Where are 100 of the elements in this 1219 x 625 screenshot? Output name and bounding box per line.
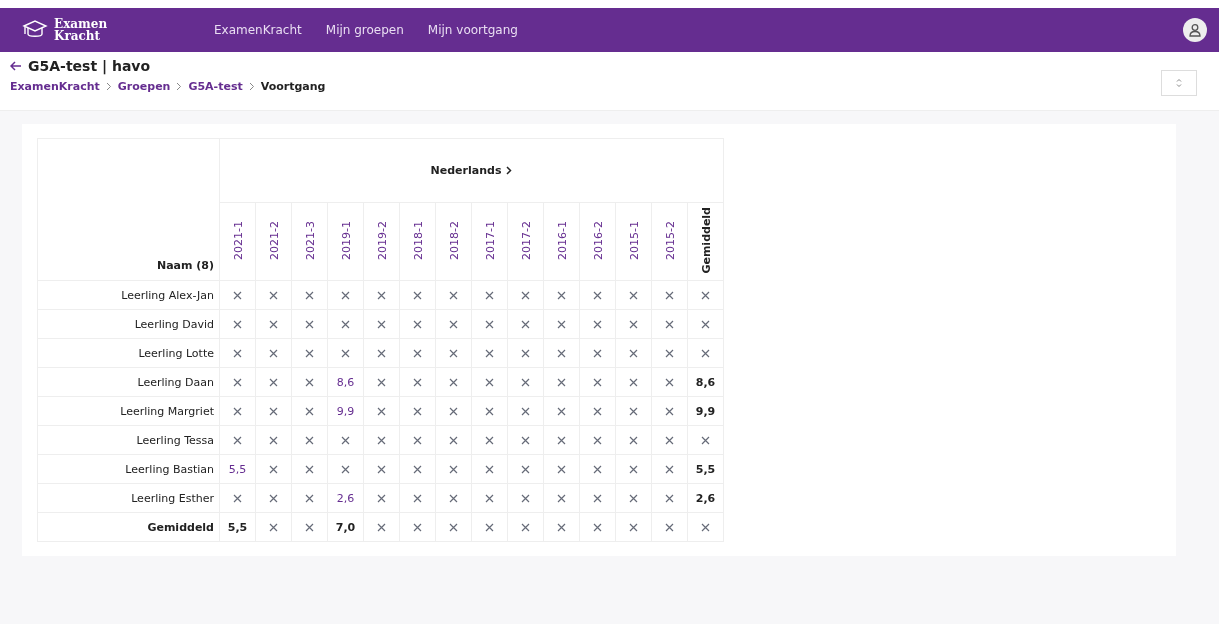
cross-icon [629,320,638,329]
cross-icon [557,320,566,329]
name-column-header: Naam (8) [156,259,214,272]
cross-icon [521,494,530,503]
exam-column-link[interactable]: 2018-2 [448,220,459,260]
cross-icon [485,407,494,416]
cross-icon [665,378,674,387]
exam-column-link[interactable]: 2021-1 [232,220,243,260]
breadcrumb-link[interactable]: Groepen [117,80,171,93]
exam-column-link[interactable]: 2015-1 [628,220,639,260]
exam-column-link[interactable]: 2021-2 [268,220,279,260]
score: 5,5 [695,462,716,476]
cross-icon [377,407,386,416]
subject-link[interactable]: Nederlands [430,164,513,177]
cross-icon [593,436,602,445]
student-name: Leerling Alex-Jan [37,280,220,310]
nav-link[interactable]: Mijn groepen [313,23,416,37]
exam-column-link[interactable]: 2019-1 [340,220,351,260]
cross-icon [521,291,530,300]
user-avatar-icon[interactable] [1183,18,1207,42]
cross-icon [305,291,314,300]
cross-icon [629,407,638,416]
cross-icon [449,291,458,300]
chevron-right-icon [105,82,112,91]
cross-icon [413,465,422,474]
cross-icon [377,349,386,358]
cross-icon [305,378,314,387]
score: 5,5 [227,520,248,534]
cross-icon [629,436,638,445]
cross-icon [305,320,314,329]
cross-icon [593,291,602,300]
cross-icon [485,349,494,358]
cross-icon [233,494,242,503]
cross-icon [521,349,530,358]
cross-icon [377,494,386,503]
score: 2,6 [336,491,355,505]
cross-icon [377,436,386,445]
cross-icon [449,349,458,358]
cross-icon [413,378,422,387]
cross-icon [449,436,458,445]
back-arrow-icon[interactable] [10,61,22,71]
exam-column-link[interactable]: 2015-2 [664,220,675,260]
cross-icon [521,523,530,532]
exam-column-link[interactable]: 2018-1 [412,220,423,260]
exam-column-link[interactable]: 2017-2 [520,220,531,260]
cross-icon [269,523,278,532]
cross-icon [629,523,638,532]
cross-icon [305,436,314,445]
cross-icon [413,436,422,445]
cross-icon [629,378,638,387]
cross-icon [629,465,638,474]
exam-column-link[interactable]: 2017-1 [484,220,495,260]
cross-icon [449,407,458,416]
breadcrumb-link[interactable]: ExamenKracht [10,80,100,93]
average-row-label: Gemiddeld [37,512,220,542]
cross-icon [305,407,314,416]
cross-icon [629,494,638,503]
cross-icon [521,465,530,474]
chevron-right-icon [176,82,183,91]
cross-icon [449,523,458,532]
breadcrumb-current: Voortgang [260,80,326,93]
cross-icon [269,291,278,300]
cross-icon [629,349,638,358]
nav-link[interactable]: Mijn voortgang [415,23,530,37]
cross-icon [305,465,314,474]
cross-icon [233,320,242,329]
up-down-chevron-icon [1176,78,1182,88]
exam-column-link[interactable]: 2021-3 [304,220,315,260]
nav-link[interactable]: ExamenKracht [202,23,314,37]
cross-icon [341,349,350,358]
cross-icon [557,436,566,445]
cross-icon [305,349,314,358]
cross-icon [413,494,422,503]
logo-text: Examen Kracht [54,18,108,42]
cross-icon [701,291,710,300]
score: 5,5 [228,462,247,476]
cross-icon [413,320,422,329]
cross-icon [269,378,278,387]
cross-icon [233,378,242,387]
cross-icon [521,407,530,416]
cross-icon [485,436,494,445]
cross-icon [269,465,278,474]
cross-icon [341,436,350,445]
cross-icon [665,494,674,503]
cross-icon [593,465,602,474]
cross-icon [269,494,278,503]
cross-icon [485,378,494,387]
cross-icon [521,378,530,387]
page-title: G5A-test | havo [28,58,151,74]
cross-icon [413,349,422,358]
cross-icon [665,465,674,474]
cross-icon [449,378,458,387]
cross-icon [557,378,566,387]
exam-column-link[interactable]: 2016-2 [592,220,603,260]
cross-icon [449,465,458,474]
cross-icon [377,465,386,474]
breadcrumb-link[interactable]: G5A-test [188,80,243,93]
exam-column-link[interactable]: 2019-2 [376,220,387,260]
student-name: Leerling Margriet [37,396,220,426]
exam-column-link[interactable]: 2016-1 [556,220,567,260]
